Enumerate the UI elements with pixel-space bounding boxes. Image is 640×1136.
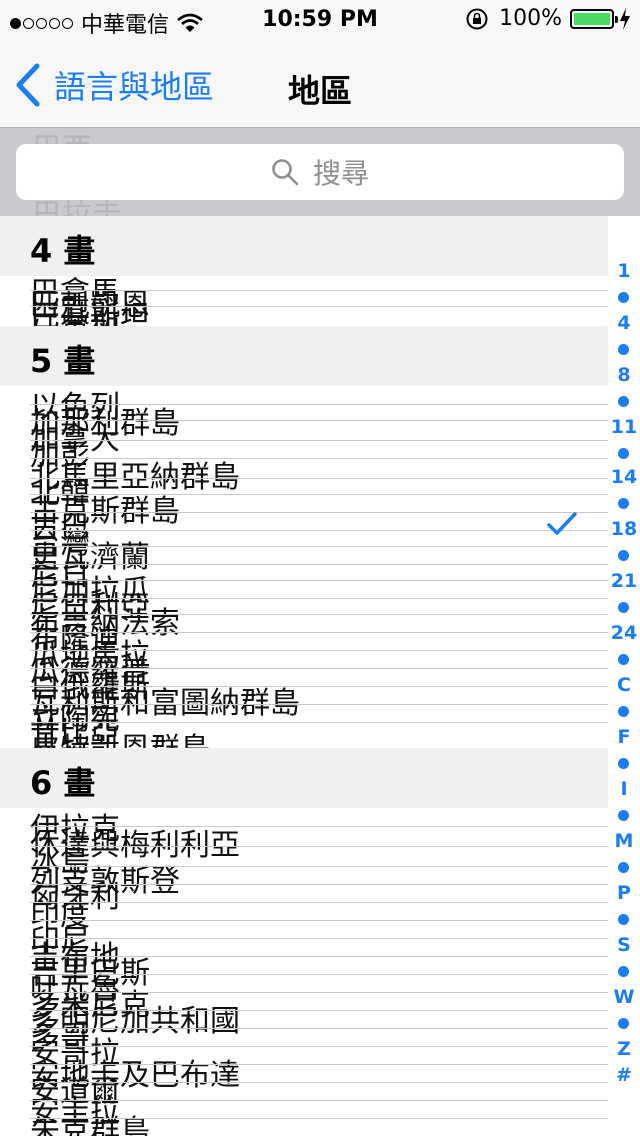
- search-bar-area: 巴西 巴拉圭 搜尋: [0, 128, 640, 233]
- search-placeholder: 搜尋: [312, 157, 369, 190]
- index-label[interactable]: 21: [608, 570, 640, 592]
- index-dot-icon: [618, 344, 629, 355]
- index-dot-icon: [618, 810, 629, 821]
- index-label[interactable]: S: [608, 934, 640, 956]
- section-header-label: 6 畫: [30, 764, 96, 802]
- index-label[interactable]: F: [608, 726, 640, 748]
- index-dot-icon: [618, 396, 629, 407]
- region-list[interactable]: 4 畫 巴拿馬 匹剋凱恩 巴基斯坦 牙買加 5 畫 以色列 加那利群島 加拿大 …: [0, 216, 608, 1136]
- section-header-label: 4 畫: [30, 232, 96, 270]
- index-dot-icon: [618, 862, 629, 873]
- index-label[interactable]: 14: [608, 466, 640, 488]
- battery-icon: [570, 8, 618, 29]
- index-label[interactable]: M: [608, 830, 640, 852]
- index-dot-icon: [618, 706, 629, 717]
- section-header: 5 畫: [0, 326, 608, 386]
- index-dot-icon: [618, 914, 629, 925]
- status-right: 100%: [465, 6, 632, 31]
- battery-percent: 100%: [499, 6, 562, 31]
- search-input[interactable]: 搜尋: [16, 144, 624, 200]
- index-label[interactable]: 18: [608, 518, 640, 540]
- status-bar: 中華電信 10:59 PM 100%: [0, 0, 640, 40]
- index-dot-icon: [618, 654, 629, 665]
- checkmark-icon: [547, 512, 577, 535]
- navigation-bar: 語言與地區 地區: [0, 40, 640, 128]
- index-label[interactable]: 1: [608, 260, 640, 282]
- index-label[interactable]: C: [608, 674, 640, 696]
- index-label[interactable]: 24: [608, 622, 640, 644]
- index-dot-icon: [618, 448, 629, 459]
- index-label[interactable]: 4: [608, 312, 640, 334]
- index-label[interactable]: Z: [608, 1038, 640, 1060]
- search-icon: [272, 159, 299, 186]
- index-label[interactable]: P: [608, 882, 640, 904]
- section-header-label: 5 畫: [30, 342, 96, 380]
- charging-bolt-icon: [620, 7, 630, 30]
- list-item[interactable]: 朱克群島: [30, 1106, 150, 1136]
- index-label[interactable]: I: [608, 778, 640, 800]
- index-dot-icon: [618, 498, 629, 509]
- index-label[interactable]: #: [608, 1064, 640, 1086]
- index-dot-icon: [618, 292, 629, 303]
- index-dot-icon: [618, 550, 629, 561]
- index-dot-icon: [618, 966, 629, 977]
- section-header: 6 畫: [0, 748, 608, 808]
- section-header: 4 畫: [0, 216, 608, 276]
- index-label[interactable]: 8: [608, 364, 640, 386]
- rotation-lock-icon: [466, 8, 488, 29]
- page-title: 地區: [287, 72, 352, 110]
- index-dot-icon: [618, 602, 629, 613]
- index-dot-icon: [618, 758, 629, 769]
- index-dot-icon: [618, 1018, 629, 1029]
- index-label[interactable]: 11: [608, 416, 640, 438]
- index-label[interactable]: W: [608, 986, 640, 1008]
